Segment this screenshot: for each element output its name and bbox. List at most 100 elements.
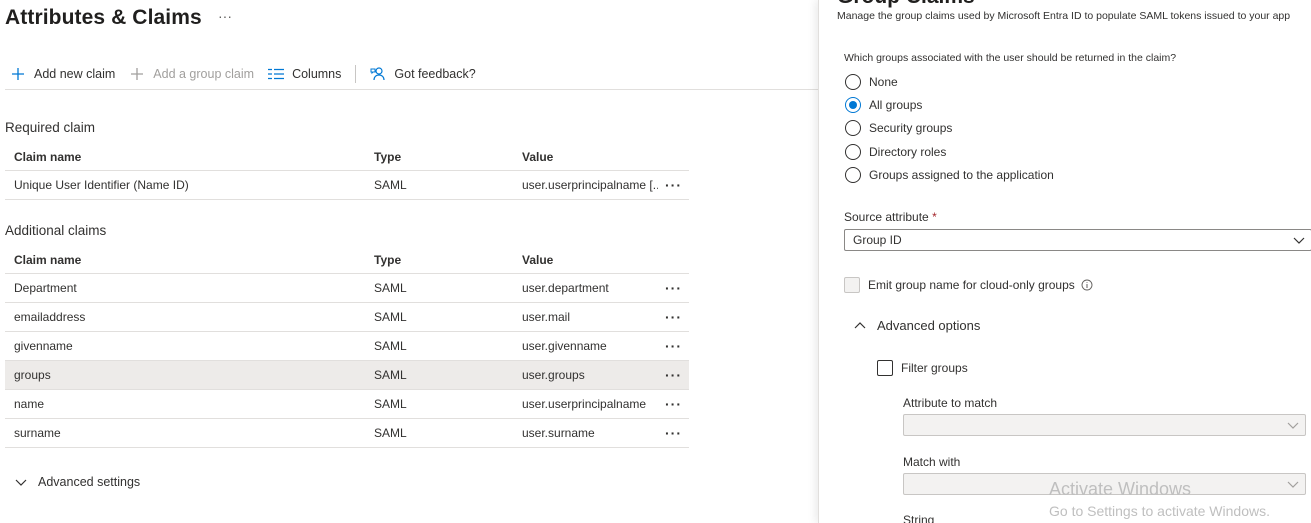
table-row-selected[interactable]: groups SAML user.groups ··· (5, 361, 689, 390)
radio-button[interactable] (845, 74, 861, 90)
page-more-button[interactable]: ··· (218, 8, 232, 24)
plus-icon (129, 66, 145, 82)
row-more-button[interactable]: ··· (665, 280, 682, 296)
group-claims-panel: Group Claims Manage the group claims use… (818, 0, 1311, 523)
table-row[interactable]: emailaddress SAML user.mail ··· (5, 303, 689, 332)
claim-name-cell: surname (14, 426, 61, 440)
row-more-button[interactable]: ··· (665, 177, 682, 193)
column-header-claim-name[interactable]: Claim name (5, 253, 365, 267)
row-more-button[interactable]: ··· (665, 309, 682, 325)
claim-name-cell: emailaddress (14, 310, 86, 324)
claim-type-cell: SAML (374, 426, 407, 440)
claim-value-cell: user.surname (522, 426, 595, 440)
table-row[interactable]: name SAML user.userprincipalname ··· (5, 390, 689, 419)
source-attribute-value: Group ID (853, 233, 902, 247)
chevron-down-icon (1287, 419, 1299, 431)
attribute-to-match-label: Attribute to match (903, 396, 998, 410)
toolbar-divider (355, 65, 357, 83)
groups-question: Which groups associated with the user sh… (844, 52, 1177, 64)
additional-claims-table: Claim name Type Value Department SAML us… (5, 246, 689, 448)
claim-value-cell: user.groups (522, 368, 585, 382)
claim-name-cell: Department (14, 281, 77, 295)
claim-type-cell: SAML (374, 310, 407, 324)
attributes-claims-page: Attributes & Claims ··· Add new claim Ad… (0, 0, 818, 523)
add-new-claim-label: Add new claim (34, 67, 116, 81)
feedback-icon (370, 66, 386, 82)
claim-value-cell: user.userprincipalname [... (522, 178, 658, 192)
claim-type-cell: SAML (374, 339, 407, 353)
source-attribute-label-text: Source attribute (844, 210, 929, 224)
additional-claims-heading: Additional claims (5, 223, 107, 238)
row-more-button[interactable]: ··· (665, 367, 682, 383)
table-header: Claim name Type Value (5, 246, 689, 274)
claim-type-cell: SAML (374, 281, 407, 295)
info-icon[interactable] (1081, 279, 1093, 291)
row-more-button[interactable]: ··· (665, 425, 682, 441)
checkbox[interactable] (877, 360, 893, 376)
table-row[interactable]: givenname SAML user.givenname ··· (5, 332, 689, 361)
radio-option-directory-roles[interactable]: Directory roles (845, 144, 946, 160)
column-header-type[interactable]: Type (365, 150, 513, 164)
table-row[interactable]: Department SAML user.department ··· (5, 274, 689, 303)
claim-name-cell: givenname (14, 339, 73, 353)
filter-groups-checkbox-row[interactable]: Filter groups (877, 360, 968, 376)
claim-type-cell: SAML (374, 368, 407, 382)
claim-type-cell: SAML (374, 397, 407, 411)
panel-description: Manage the group claims used by Microsof… (837, 10, 1291, 22)
radio-label: All groups (869, 98, 923, 112)
radio-option-none[interactable]: None (845, 74, 898, 90)
source-attribute-label: Source attribute * (844, 210, 937, 224)
chevron-down-icon (14, 475, 28, 489)
emit-cloud-only-checkbox-row[interactable]: Emit group name for cloud-only groups (844, 277, 1093, 293)
required-asterisk: * (932, 210, 937, 224)
plus-icon (10, 66, 26, 82)
page-title: Attributes & Claims (5, 6, 202, 29)
chevron-up-icon (853, 319, 867, 333)
radio-option-all-groups[interactable]: All groups (845, 97, 922, 113)
radio-button-checked[interactable] (845, 97, 861, 113)
add-new-claim-button[interactable]: Add new claim (10, 66, 115, 82)
panel-title: Group Claims (837, 0, 975, 9)
source-attribute-dropdown[interactable]: Group ID (844, 229, 1311, 251)
row-more-button[interactable]: ··· (665, 396, 682, 412)
add-group-claim-button[interactable]: Add a group claim (129, 66, 254, 82)
claim-value-cell: user.userprincipalname (522, 397, 647, 411)
table-row[interactable]: Unique User Identifier (Name ID) SAML us… (5, 171, 689, 200)
claim-type-cell: SAML (374, 178, 407, 192)
feedback-button[interactable]: Got feedback? (370, 66, 476, 82)
activate-windows-watermark: Activate Windows (1049, 479, 1192, 499)
claim-value-cell: user.department (522, 281, 609, 295)
table-header: Claim name Type Value (5, 143, 689, 171)
radio-label: None (869, 75, 898, 89)
advanced-options-toggle[interactable]: Advanced options (853, 318, 980, 333)
column-header-claim-name[interactable]: Claim name (5, 150, 365, 164)
radio-button[interactable] (845, 120, 861, 136)
column-header-value[interactable]: Value (513, 253, 658, 267)
required-claim-heading: Required claim (5, 120, 96, 135)
chevron-down-icon (1287, 478, 1299, 490)
claim-value-cell: user.mail (522, 310, 571, 324)
claim-name-cell: groups (14, 368, 51, 382)
add-group-claim-label: Add a group claim (153, 67, 255, 81)
required-claim-table: Claim name Type Value Unique User Identi… (5, 143, 689, 200)
table-row[interactable]: surname SAML user.surname ··· (5, 419, 689, 448)
attribute-to-match-dropdown[interactable] (903, 414, 1306, 436)
column-header-value[interactable]: Value (513, 150, 658, 164)
radio-button[interactable] (845, 167, 861, 183)
claim-name-cell: name (14, 397, 45, 411)
radio-label: Groups assigned to the application (869, 168, 1054, 182)
match-with-label: Match with (903, 455, 961, 469)
advanced-settings-toggle[interactable]: Advanced settings (14, 475, 140, 489)
row-more-button[interactable]: ··· (665, 338, 682, 354)
advanced-options-label: Advanced options (877, 318, 981, 333)
radio-option-assigned-groups[interactable]: Groups assigned to the application (845, 167, 1054, 183)
columns-button[interactable]: Columns (268, 66, 341, 82)
claim-name-cell: Unique User Identifier (Name ID) (14, 178, 189, 192)
checkbox[interactable] (844, 277, 860, 293)
command-bar: Add new claim Add a group claim Columns … (10, 64, 490, 84)
advanced-settings-label: Advanced settings (38, 475, 141, 489)
radio-button[interactable] (845, 144, 861, 160)
toolbar-divider-line (5, 89, 818, 90)
radio-option-security-groups[interactable]: Security groups (845, 120, 952, 136)
column-header-type[interactable]: Type (365, 253, 513, 267)
